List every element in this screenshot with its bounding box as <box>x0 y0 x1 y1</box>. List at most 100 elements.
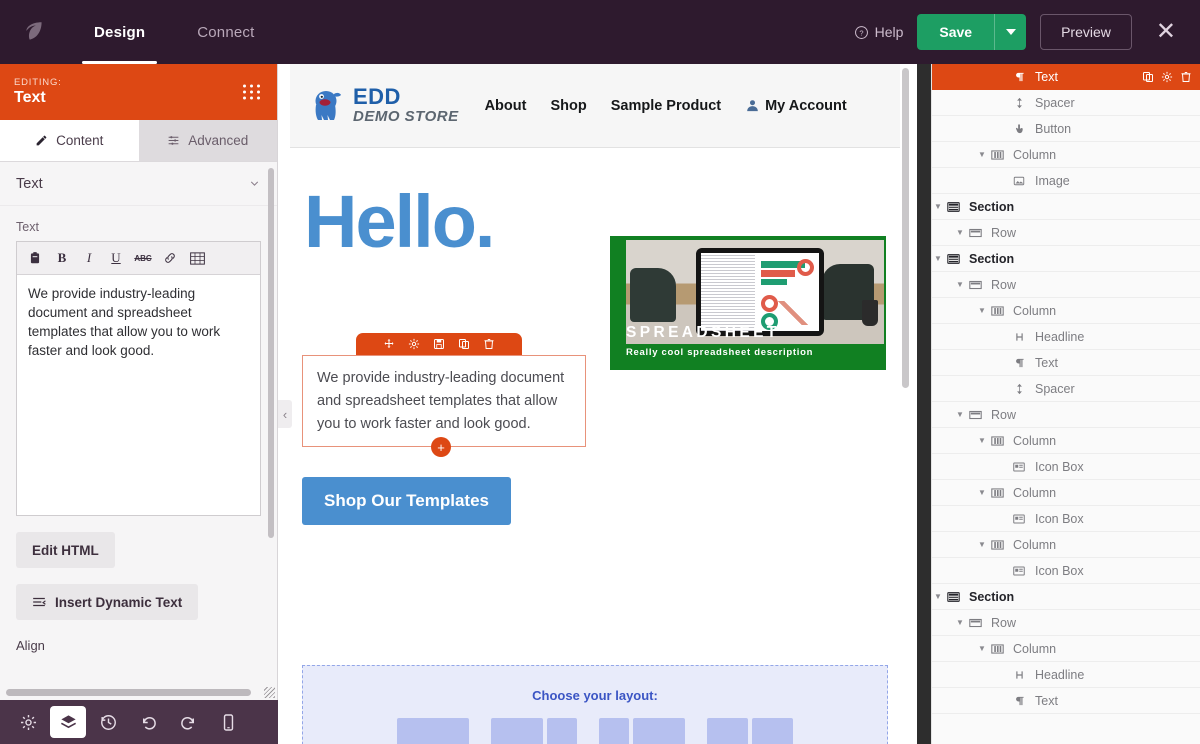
undo-icon[interactable] <box>130 706 166 738</box>
layer-row-column[interactable]: ▼Column <box>932 636 1200 662</box>
panel-vertical-scrollbar[interactable] <box>268 168 274 538</box>
layer-toggle-arrow-icon[interactable]: ▼ <box>932 592 944 601</box>
settings-icon[interactable] <box>10 706 46 738</box>
nav-my-account[interactable]: My Account <box>745 98 847 114</box>
layout-option-1[interactable] <box>397 718 469 744</box>
layer-toggle-arrow-icon[interactable]: ▼ <box>954 280 966 289</box>
layer-toggle-arrow-icon[interactable]: ▼ <box>932 254 944 263</box>
layer-row-section[interactable]: ▼ Section <box>932 584 1200 610</box>
panel-tabs: Content Advanced <box>0 120 277 162</box>
trash-icon[interactable] <box>483 338 495 350</box>
layer-row-icon-box[interactable]: Icon Box <box>932 454 1200 480</box>
site-brand[interactable]: EDD DEMO STORE <box>310 86 459 124</box>
insert-dynamic-text-button[interactable]: Insert Dynamic Text <box>16 584 198 620</box>
layer-toggle-arrow-icon[interactable]: ▼ <box>954 228 966 237</box>
layer-row-headline[interactable]: Headline <box>932 324 1200 350</box>
layer-row-spacer[interactable]: Spacer <box>932 376 1200 402</box>
layer-toggle-arrow-icon[interactable]: ▼ <box>976 150 988 159</box>
paste-icon[interactable] <box>27 250 43 266</box>
layer-row-text[interactable]: Text <box>932 64 1200 90</box>
layer-toggle-arrow-icon[interactable]: ▼ <box>976 644 988 653</box>
layer-row-section[interactable]: ▼Section <box>932 194 1200 220</box>
layout-option-2[interactable] <box>491 718 577 744</box>
save-button[interactable]: Save <box>917 14 994 50</box>
layer-toggle-arrow-icon[interactable]: ▼ <box>954 410 966 419</box>
tab-content[interactable]: Content <box>0 120 139 161</box>
nav-sample-product[interactable]: Sample Product <box>611 98 721 114</box>
canvas-scrollbar[interactable] <box>902 68 909 388</box>
layer-row-headline[interactable]: Headline <box>932 662 1200 688</box>
layer-label: Icon Box <box>1035 512 1084 526</box>
layer-row-image[interactable]: Image <box>932 168 1200 194</box>
layer-row-section[interactable]: ▼ Section <box>932 246 1200 272</box>
shop-templates-button[interactable]: Shop Our Templates <box>302 477 511 525</box>
save-dropdown-button[interactable] <box>994 14 1026 50</box>
selected-text-element[interactable]: We provide industry-leading document and… <box>302 355 586 447</box>
redo-icon[interactable] <box>170 706 206 738</box>
insert-dynamic-text-label: Insert Dynamic Text <box>55 595 182 610</box>
italic-icon[interactable]: I <box>81 250 97 266</box>
layer-row-text[interactable]: Text <box>932 350 1200 376</box>
layer-row-spacer[interactable]: Spacer <box>932 90 1200 116</box>
spreadsheet-feature-image[interactable]: SPREADSHEET Really cool spreadsheet desc… <box>610 236 886 370</box>
layer-label: Section <box>969 252 1014 266</box>
layer-row-icon-box[interactable]: Icon Box <box>932 558 1200 584</box>
duplicate-icon[interactable] <box>458 338 470 350</box>
drag-handle-icon[interactable] <box>243 85 261 100</box>
tab-advanced[interactable]: Advanced <box>139 120 278 161</box>
layer-label: Spacer <box>1035 382 1075 396</box>
layout-option-4[interactable] <box>707 718 793 744</box>
trash-icon[interactable] <box>1180 71 1192 83</box>
layer-row-column[interactable]: ▼Column <box>932 532 1200 558</box>
edit-html-button[interactable]: Edit HTML <box>16 532 115 568</box>
collapse-panel-chevron-icon[interactable]: ‹ <box>278 400 292 428</box>
layer-row-text[interactable]: Text <box>932 688 1200 714</box>
layer-row-icon-box[interactable]: Icon Box <box>932 506 1200 532</box>
panel-horizontal-scrollbar[interactable] <box>6 689 251 696</box>
layer-toggle-arrow-icon[interactable]: ▼ <box>932 202 944 211</box>
duplicate-icon[interactable] <box>1142 71 1154 83</box>
textarea-resize-handle[interactable] <box>264 687 275 698</box>
layer-row-button[interactable]: Button <box>932 116 1200 142</box>
layer-toggle-arrow-icon[interactable]: ▼ <box>976 488 988 497</box>
layout-option-3[interactable] <box>599 718 685 744</box>
preview-button[interactable]: Preview <box>1040 14 1132 50</box>
bold-icon[interactable]: B <box>54 250 70 266</box>
layers-icon[interactable] <box>50 706 86 738</box>
close-icon[interactable]: ✕ <box>1146 20 1186 44</box>
gear-icon[interactable] <box>1161 71 1173 83</box>
layer-row-column[interactable]: ▼Column <box>932 298 1200 324</box>
link-icon[interactable] <box>162 250 178 266</box>
table-icon[interactable] <box>189 250 205 266</box>
save-icon[interactable] <box>433 338 445 350</box>
help-button[interactable]: ? Help <box>854 24 904 40</box>
layer-label: Section <box>969 590 1014 604</box>
app-logo[interactable] <box>0 0 68 64</box>
layer-row-column[interactable]: ▼Column <box>932 428 1200 454</box>
history-icon[interactable] <box>90 706 126 738</box>
layer-row-row[interactable]: ▼Row <box>932 402 1200 428</box>
column-icon <box>988 435 1006 447</box>
layer-row-row[interactable]: ▼Row <box>932 610 1200 636</box>
layer-toggle-arrow-icon[interactable]: ▼ <box>954 618 966 627</box>
nav-about[interactable]: About <box>485 98 527 114</box>
layer-row-row[interactable]: ▼Row <box>932 220 1200 246</box>
move-icon[interactable] <box>383 338 395 350</box>
layer-toggle-arrow-icon[interactable]: ▼ <box>976 540 988 549</box>
text-editor-textarea[interactable]: We provide industry-leading document and… <box>17 275 260 515</box>
layer-toggle-arrow-icon[interactable]: ▼ <box>976 436 988 445</box>
layer-row-column[interactable]: ▼Column <box>932 480 1200 506</box>
layer-label: Row <box>991 278 1016 292</box>
tab-design[interactable]: Design <box>68 0 171 64</box>
gear-icon[interactable] <box>408 338 420 350</box>
mobile-icon[interactable] <box>210 706 246 738</box>
plus-circle-icon[interactable]: + <box>431 437 451 457</box>
tab-connect[interactable]: Connect <box>171 0 280 64</box>
layer-row-column[interactable]: ▼Column <box>932 142 1200 168</box>
layer-row-row[interactable]: ▼ Row <box>932 272 1200 298</box>
nav-shop[interactable]: Shop <box>550 98 586 114</box>
strikethrough-icon[interactable]: ABC <box>135 250 151 266</box>
underline-icon[interactable]: U <box>108 250 124 266</box>
accordion-text-section[interactable]: Text <box>0 162 277 206</box>
layer-toggle-arrow-icon[interactable]: ▼ <box>976 306 988 315</box>
